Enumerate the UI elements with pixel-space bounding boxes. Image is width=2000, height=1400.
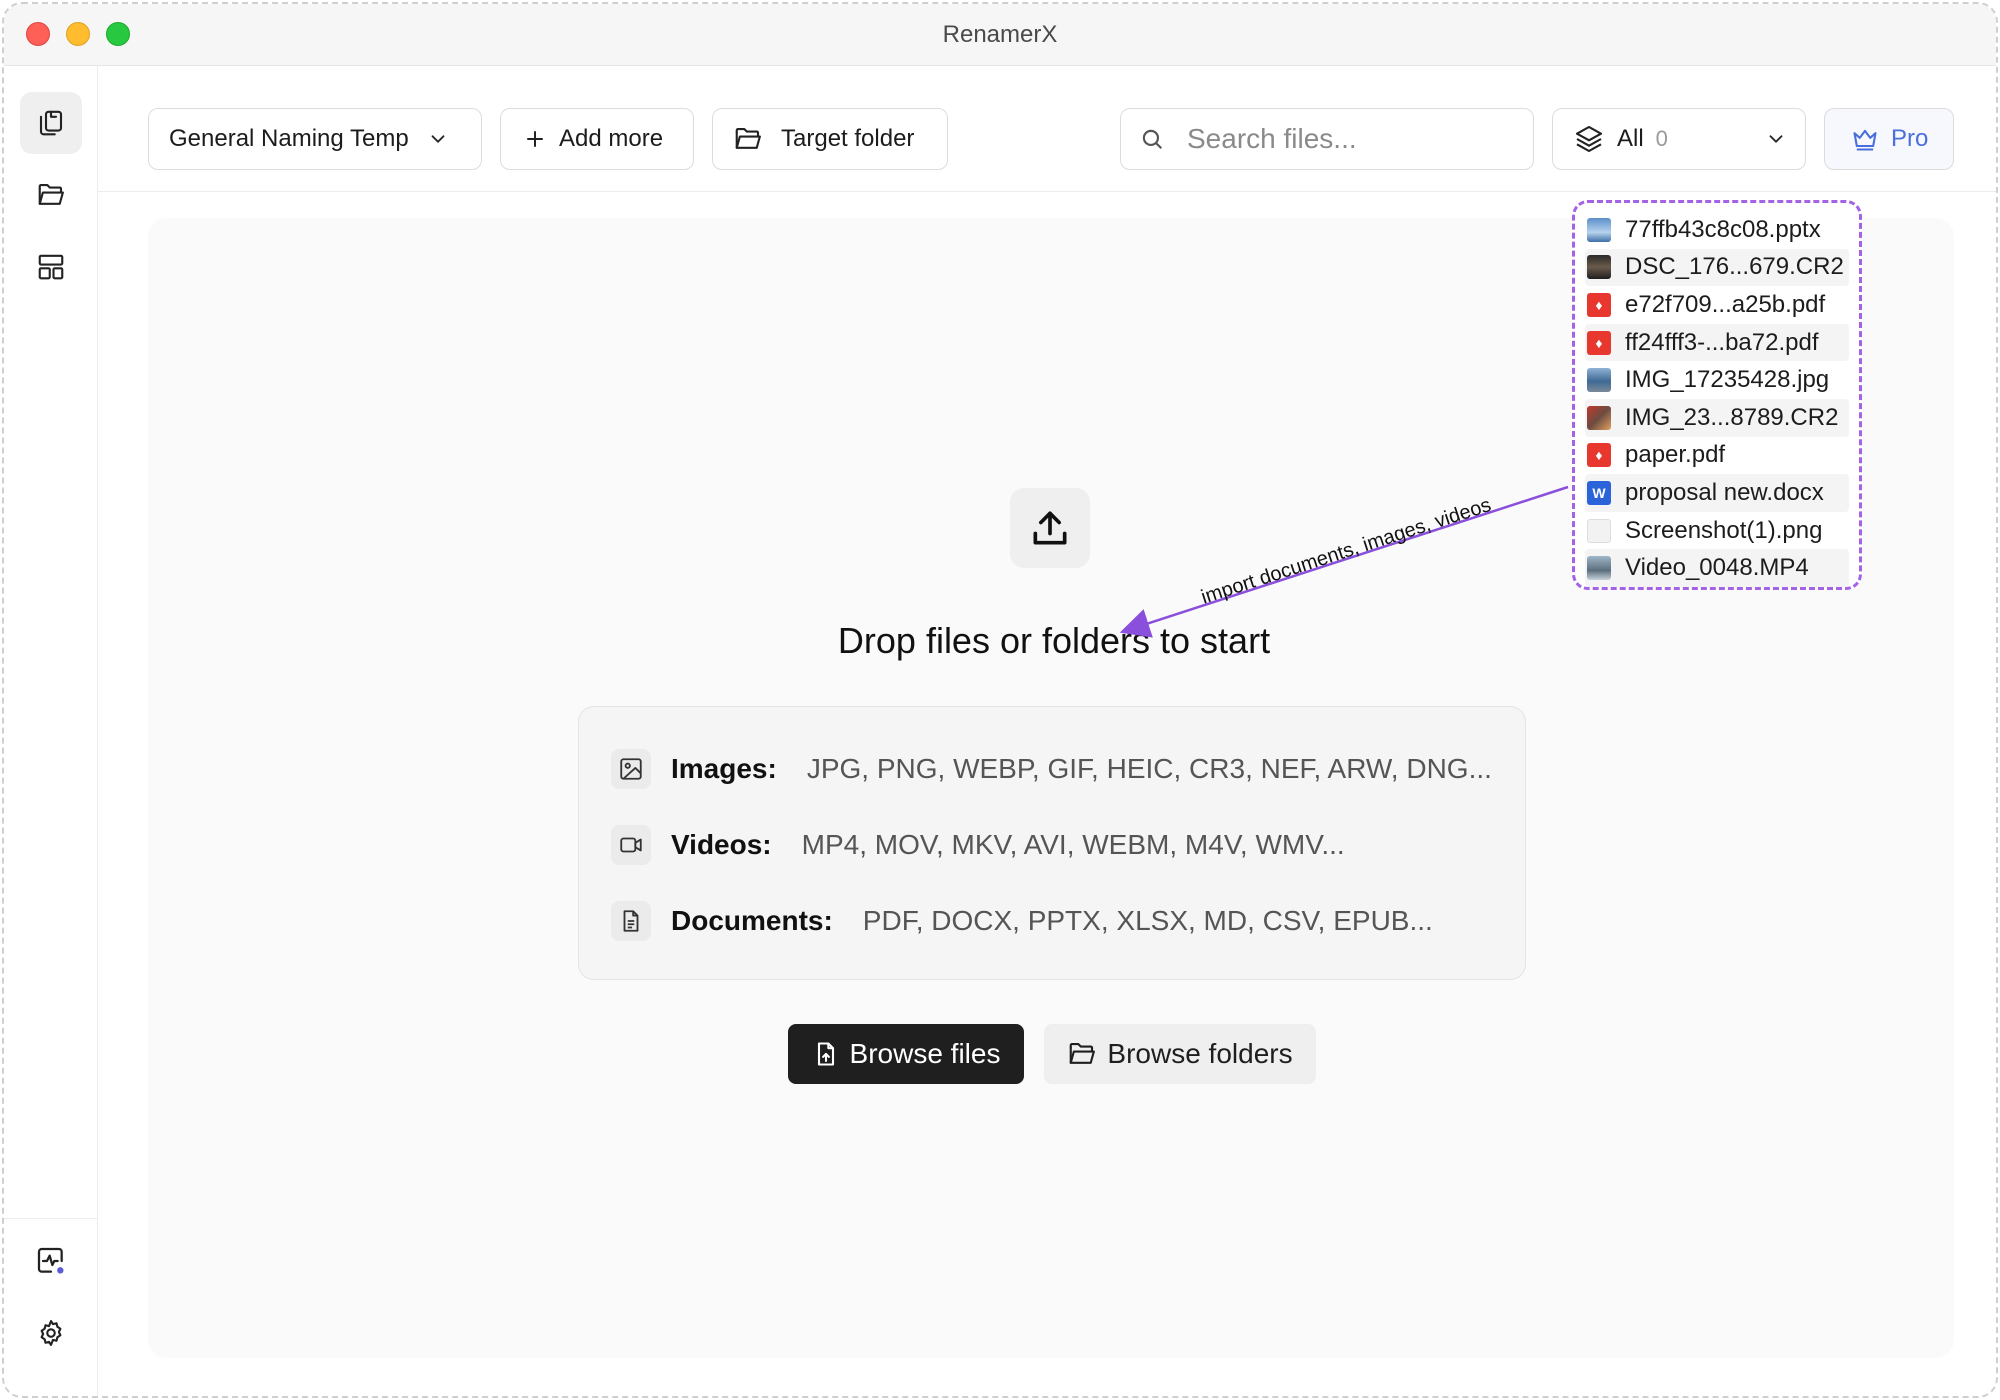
gear-icon [40,1320,62,1346]
type-label-documents: Documents: [671,905,833,936]
chevron-down-icon [1769,135,1783,143]
sidebar [4,66,98,1396]
folder-open-icon [1070,1042,1096,1064]
pdf-icon: ♦ [1587,330,1611,355]
upload-icon [1033,511,1067,545]
sidebar-item-templates[interactable] [20,236,82,298]
target-folder-button[interactable]: Target folder [712,108,948,170]
add-more-label: Add more [559,125,664,152]
photo-thumbnail-icon [1587,368,1611,393]
title-bar: RenamerX [4,4,1996,66]
sidebar-divider [4,1218,98,1219]
screenshot-thumbnail-icon [1587,518,1611,543]
target-folder-label: Target folder [781,125,915,152]
file-name: IMG_17235428.jpg [1625,366,1830,394]
browse-files-label: Browse files [849,1038,1001,1069]
activity-monitor-icon [37,1247,66,1276]
camera-raw-thumbnail-icon [1587,255,1611,280]
file-name: Video_0048.MP4 [1625,554,1809,582]
type-row-documents: Documents: PDF, DOCX, PPTX, XLSX, MD, CS… [611,901,1433,941]
file-name: IMG_23...8789.CR2 [1625,403,1839,431]
type-label-images: Images: [671,753,777,784]
drop-title: Drop files or folders to start [837,620,1271,661]
naming-template-label: General Naming Temp [169,125,409,152]
folder-open-icon [735,127,761,149]
word-doc-icon: W [1587,480,1611,505]
browse-files-button[interactable]: Browse files [788,1024,1024,1084]
supported-types-panel: Images: JPG, PNG, WEBP, GIF, HEIC, CR3, … [578,706,1526,980]
toolbar: General Naming Temp Add more Target fold… [98,66,1996,192]
type-label-videos: Videos: [671,829,772,860]
sidebar-item-files[interactable] [20,92,82,154]
naming-template-dropdown[interactable]: General Naming Temp [148,108,482,170]
browse-folders-label: Browse folders [1107,1038,1293,1069]
folder-open-icon [38,183,64,205]
sidebar-item-settings[interactable] [20,1302,82,1364]
import-file-list: 77ffb43c8c08.pptx DSC_176...679.CR2 ♦ e7… [1572,200,1862,590]
list-item: Video_0048.MP4 [1585,549,1849,587]
file-name: e72f709...a25b.pdf [1625,290,1826,318]
type-values-documents: PDF, DOCX, PPTX, XLSX, MD, CSV, EPUB... [862,905,1433,936]
file-name: Screenshot(1).png [1625,516,1823,544]
video-thumbnail-icon [1587,556,1611,581]
file-name: 77ffb43c8c08.pptx [1625,215,1821,243]
crown-icon [1853,129,1877,151]
file-upload-icon [817,1042,834,1066]
browse-folders-button[interactable]: Browse folders [1044,1024,1316,1084]
add-more-button[interactable]: Add more [500,108,694,170]
image-icon [611,749,651,789]
type-row-images: Images: JPG, PNG, WEBP, GIF, HEIC, CR3, … [611,749,1492,789]
chevron-down-icon [431,135,445,143]
list-item: Screenshot(1).png [1585,512,1849,550]
file-name: DSC_176...679.CR2 [1625,253,1844,281]
slide-thumbnail-icon [1587,217,1611,242]
search-input[interactable]: Search files... [1120,108,1534,170]
list-item: ♦ ff24fff3-...ba72.pdf [1585,323,1849,362]
list-item: IMG_23...8789.CR2 [1585,398,1849,437]
plus-icon [527,131,543,147]
pro-upgrade-button[interactable]: Pro [1824,108,1954,170]
file-name: proposal new.docx [1625,478,1824,506]
filter-label: All [1617,125,1644,152]
pro-label: Pro [1891,125,1929,152]
list-item: 77ffb43c8c08.pptx [1585,211,1849,249]
search-placeholder: Search files... [1187,123,1357,154]
filter-count: 0 [1655,126,1668,151]
type-values-images: JPG, PNG, WEBP, GIF, HEIC, CR3, NEF, ARW… [806,753,1492,784]
camera-raw-thumbnail-icon [1587,405,1611,430]
upload-icon-box [1010,488,1090,568]
video-camera-icon [611,825,651,865]
pdf-icon: ♦ [1587,292,1611,317]
list-item: ♦ e72f709...a25b.pdf [1585,286,1849,324]
layout-template-icon [38,254,64,280]
list-item: IMG_17235428.jpg [1585,361,1849,399]
files-copy-icon [39,110,63,136]
sidebar-item-folders[interactable] [20,164,82,226]
type-row-videos: Videos: MP4, MOV, MKV, AVI, WEBM, M4V, W… [611,825,1345,865]
app-window: RenamerX General Naming Temp Add more Ta… [2,2,1998,1398]
list-item: W proposal new.docx [1585,474,1849,512]
layers-icon [1575,125,1603,153]
search-icon [1142,129,1162,149]
document-icon [611,901,651,941]
file-name: paper.pdf [1625,441,1726,469]
sidebar-item-activity[interactable] [20,1230,82,1292]
list-item: ♦ paper.pdf [1585,437,1849,475]
pdf-icon: ♦ [1587,443,1611,468]
type-values-videos: MP4, MOV, MKV, AVI, WEBM, M4V, WMV... [801,829,1345,860]
list-item: DSC_176...679.CR2 [1585,248,1849,287]
file-type-filter-dropdown[interactable]: All 0 [1552,108,1806,170]
file-name: ff24fff3-...ba72.pdf [1625,328,1819,356]
window-title: RenamerX [942,21,1058,48]
